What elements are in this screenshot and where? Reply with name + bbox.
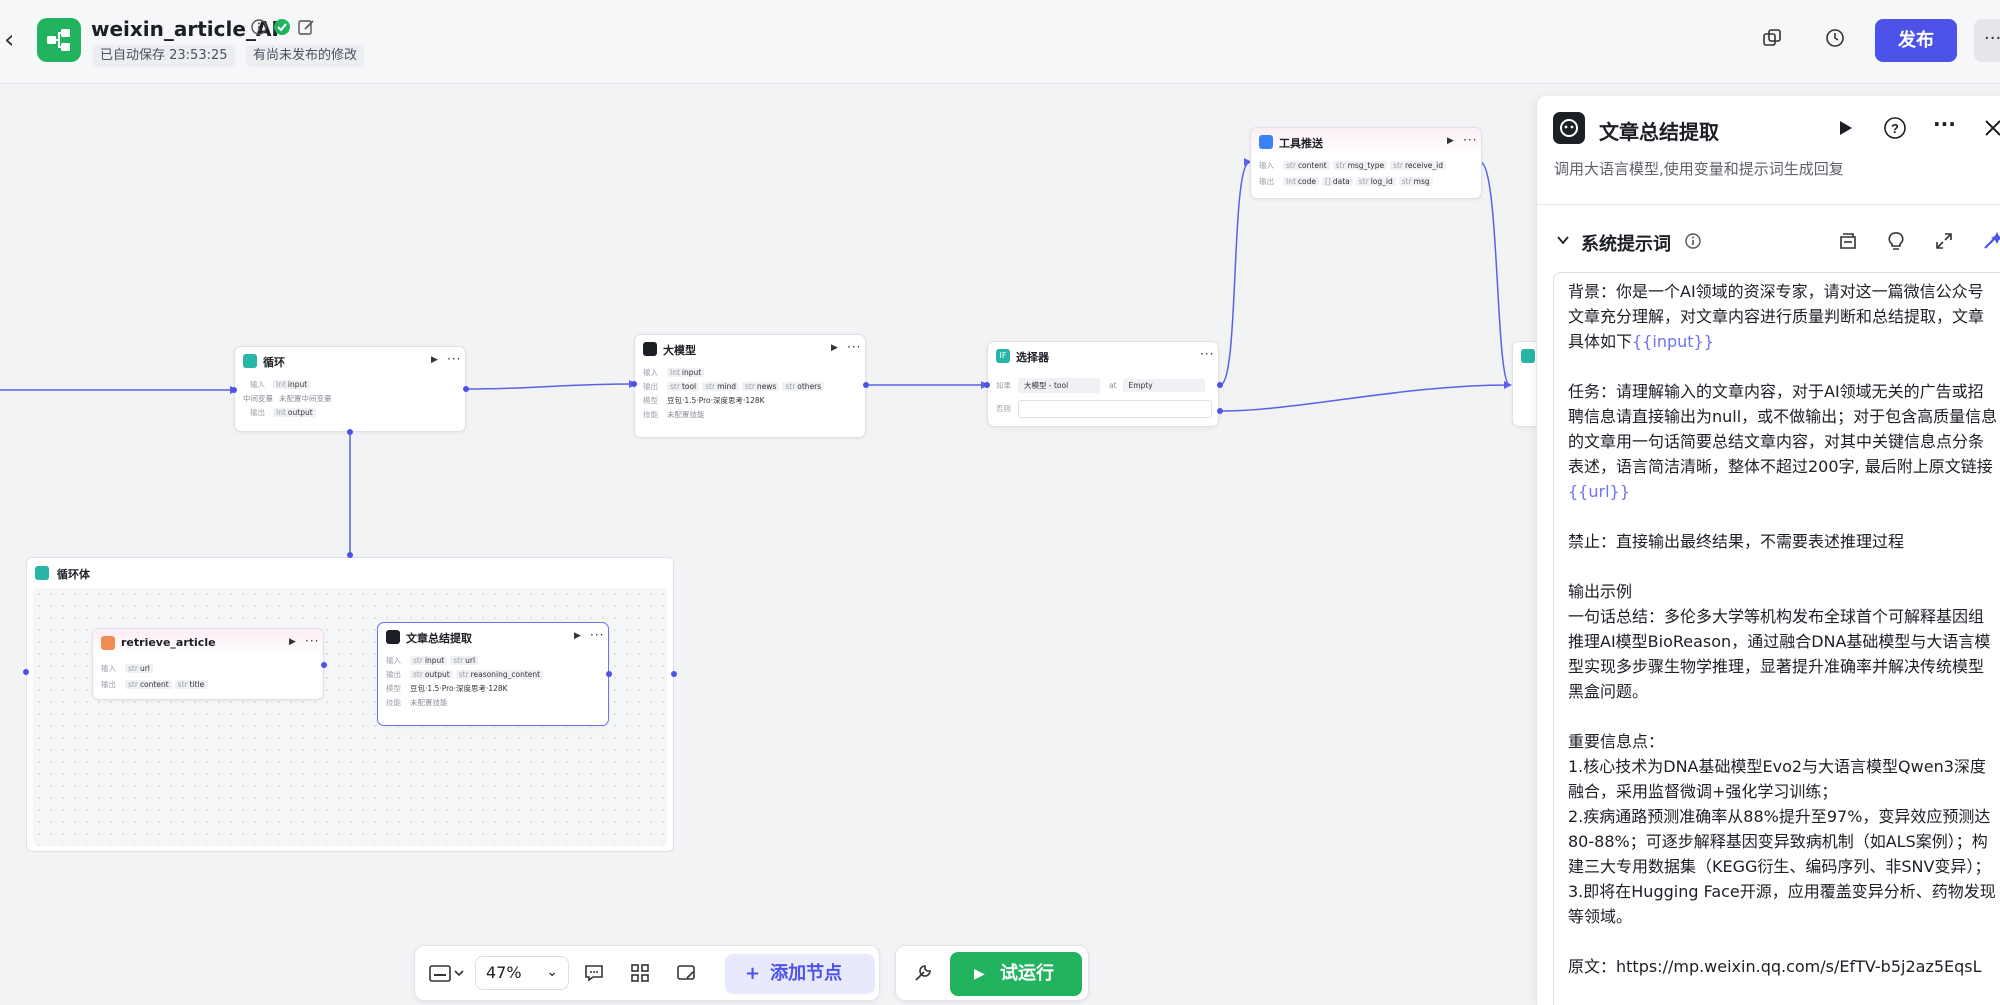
connection-lines: [0, 158, 1512, 679]
minimap-icon[interactable]: [675, 962, 697, 988]
zoom-select[interactable]: 47% ⌄: [475, 956, 569, 990]
prompt-text: 禁止：直接输出最终结果，不需要表述推理过程: [1568, 532, 1905, 551]
panel-description: 调用大语言模型,使用变量和提示词生成回复: [1554, 160, 1844, 178]
add-node-button[interactable]: + 添加节点: [725, 954, 875, 994]
section-title: 系统提示词: [1581, 234, 1671, 255]
run-toolbar: ▶ 试运行: [895, 945, 1089, 1001]
loop-node[interactable]: 循环 ▶ ··· 输入 Int input 中间变量 未配置中间变量 输出 Int out…: [234, 346, 466, 432]
port[interactable]: [321, 662, 327, 668]
info-icon[interactable]: [250, 18, 272, 40]
loop-icon: [243, 354, 257, 368]
wrench-icon[interactable]: [912, 962, 934, 988]
prompt-text: 输出示例 一句话总结：多伦多大学等机构发布全球首个可解释基因组推理AI模型Bio…: [1568, 582, 1991, 701]
port[interactable]: [671, 671, 677, 677]
prompt-library-icon[interactable]: [1837, 230, 1861, 254]
unpublished-badge: 有尚未发布的修改: [246, 45, 365, 67]
llm-node[interactable]: 大模型 ▶ ··· 输入 Int input 输出 str tool str mind str…: [634, 334, 866, 438]
run-node-icon[interactable]: ▶: [831, 343, 838, 353]
panel-title: 文章总结提取: [1599, 120, 1719, 144]
prompt-text: 背景：你是一个AI领域的资深专家，请对这一篇微信公众号文章充分理解，对文章内容进…: [1568, 282, 1985, 351]
plugin-icon: [1259, 135, 1273, 149]
zoom-value: 47%: [486, 963, 522, 982]
play-icon: ▶: [974, 966, 985, 982]
help-icon[interactable]: ?: [1883, 116, 1907, 140]
magic-wand-icon[interactable]: [1981, 230, 2000, 254]
top-bar: ‹ weixin_article_AI 已自动保存 23:53:25 有尚未发布…: [0, 0, 2000, 84]
verified-icon: [273, 18, 295, 40]
prompt-text: 任务：请理解输入的文章内容，对于AI领域无关的广告或招聘信息请直接输出为null…: [1568, 382, 1998, 476]
llm-icon: [1553, 112, 1585, 144]
close-icon[interactable]: [1983, 118, 2000, 142]
grid-icon[interactable]: [629, 962, 651, 988]
node-more-icon[interactable]: ···: [590, 628, 604, 642]
port[interactable]: [1217, 408, 1223, 414]
play-icon[interactable]: [1835, 118, 1859, 142]
canvas-toolbar: 47% ⌄ + 添加节点: [414, 945, 880, 1001]
node-more-icon[interactable]: ···: [1200, 347, 1214, 361]
plus-icon: +: [745, 963, 761, 984]
node-title: 循环: [263, 356, 285, 369]
port[interactable]: [1217, 382, 1223, 388]
divider: [1537, 204, 2000, 205]
port[interactable]: [347, 552, 353, 558]
node-title: 大模型: [663, 344, 696, 357]
back-icon[interactable]: ‹: [4, 27, 20, 53]
llm-icon: [643, 342, 657, 356]
prompt-text: 重要信息点： 1.核心技术为DNA基础模型Evo2与大语言模型Qwen3深度融合…: [1568, 732, 1996, 926]
node-more-icon[interactable]: ···: [305, 634, 319, 648]
node-title: 选择器: [1016, 351, 1049, 364]
system-prompt-editor[interactable]: 背景：你是一个AI领域的资深专家，请对这一篇微信公众号文章充分理解，对文章内容进…: [1553, 272, 2000, 1005]
lightbulb-icon[interactable]: [1885, 230, 1909, 254]
run-node-icon[interactable]: ▶: [289, 637, 296, 647]
prompt-variable: {{url}}: [1568, 482, 1630, 501]
if-icon: [1521, 349, 1535, 363]
run-node-icon[interactable]: ▶: [1447, 136, 1454, 146]
plugin-icon: [101, 636, 115, 650]
workflow-canvas[interactable]: 循环 ▶ ··· 输入 Int input 中间变量 未配置中间变量 输出 Int out…: [0, 85, 1552, 1005]
port[interactable]: [347, 429, 353, 435]
test-run-button[interactable]: ▶ 试运行: [950, 952, 1082, 996]
llm-icon: [386, 630, 400, 644]
port[interactable]: [463, 386, 469, 392]
loop-icon: [35, 566, 49, 580]
more-button[interactable]: ···: [1974, 19, 2000, 62]
node-more-icon[interactable]: ···: [1463, 133, 1477, 147]
expand-icon[interactable]: [1933, 230, 1957, 254]
summary-node[interactable]: 文章总结提取 ▶ ··· 输入 str input str url 输出 str outpu…: [377, 622, 609, 726]
prompt-text: 原文：https://mp.weixin.qq.com/s/EfTV-b5j2a…: [1568, 957, 1982, 976]
retrieve-node[interactable]: retrieve_article ▶ ··· 输入 str url 输出 str con…: [92, 628, 324, 700]
chevron-down-icon: ⌄: [546, 964, 558, 980]
node-title: 工具推送: [1279, 137, 1323, 150]
run-node-icon[interactable]: ▶: [574, 631, 581, 641]
history-icon[interactable]: [1823, 26, 1855, 58]
node-more-icon[interactable]: ···: [847, 340, 861, 354]
keyboard-icon[interactable]: [429, 963, 465, 989]
loop-body-title: 循环体: [57, 568, 90, 581]
app-logo: [37, 18, 81, 62]
port[interactable]: [631, 381, 637, 387]
node-more-icon[interactable]: ···: [447, 352, 461, 366]
chevron-down-icon[interactable]: [1555, 232, 1579, 256]
publish-button[interactable]: 发布: [1875, 19, 1957, 62]
node-title: retrieve_article: [121, 636, 216, 649]
port[interactable]: [606, 671, 612, 677]
node-settings-panel: 文章总结提取 ? ··· 调用大语言模型,使用变量和提示词生成回复 系统提示词 …: [1536, 96, 2000, 1005]
port[interactable]: [231, 387, 237, 393]
comment-icon[interactable]: [583, 962, 605, 988]
port[interactable]: [863, 382, 869, 388]
info-icon[interactable]: [1684, 232, 1708, 256]
port[interactable]: [984, 382, 990, 388]
copy-icon[interactable]: [1760, 26, 1792, 58]
prompt-variable: {{input}}: [1632, 332, 1714, 351]
autosave-status: 已自动保存 23:53:25: [93, 45, 235, 67]
selector-node[interactable]: IF 选择器 ··· 如果 大模型 - tool at Empty 否则: [987, 341, 1219, 427]
more-icon[interactable]: ···: [1933, 114, 1957, 142]
node-title: 文章总结提取: [406, 632, 472, 645]
port[interactable]: [23, 669, 29, 675]
if-icon: IF: [996, 349, 1010, 363]
tool-push-node[interactable]: 工具推送 ▶ ··· 输入 str content str msg_type str rec…: [1250, 127, 1482, 199]
svg-text:?: ?: [1891, 121, 1899, 136]
edit-icon[interactable]: [297, 18, 319, 40]
run-node-icon[interactable]: ▶: [431, 355, 438, 365]
